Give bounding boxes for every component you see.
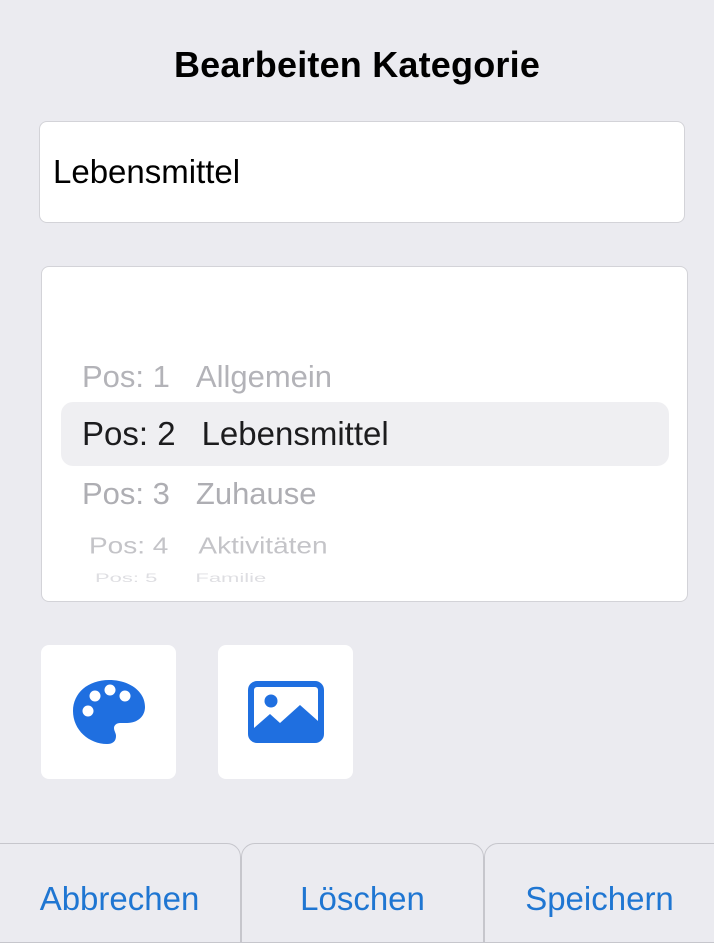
picker-row-label: Familie bbox=[195, 570, 267, 585]
category-name-input[interactable] bbox=[39, 121, 685, 223]
action-bar: Abbrechen Löschen Speichern bbox=[0, 843, 714, 943]
choose-image-button[interactable] bbox=[218, 645, 353, 779]
image-icon bbox=[247, 681, 324, 743]
picker-row[interactable]: Pos: 4 Aktivitäten bbox=[89, 533, 328, 559]
picker-row-label: Zuhause bbox=[195, 476, 317, 511]
palette-icon bbox=[72, 680, 145, 744]
dialog-title: Bearbeiten Kategorie bbox=[173, 44, 541, 85]
picker-row-position: Pos: 4 bbox=[89, 532, 169, 559]
picker-row-selected[interactable]: Pos: 2 Lebensmittel bbox=[82, 415, 389, 453]
picker-row[interactable]: Pos: 5 Familie bbox=[95, 571, 266, 585]
cancel-button[interactable]: Abbrechen bbox=[0, 843, 241, 943]
color-palette-button[interactable] bbox=[41, 645, 176, 779]
delete-button[interactable]: Löschen bbox=[241, 843, 484, 943]
picker-row-label: Lebensmittel bbox=[201, 415, 389, 452]
picker-row-label: Allgemein bbox=[195, 359, 333, 394]
picker-row-position: Pos: 1 bbox=[82, 359, 170, 394]
position-picker[interactable]: Pos: 1 Allgemein Pos: 2 Lebensmittel Pos: … bbox=[41, 266, 688, 602]
picker-row-label: Aktivitäten bbox=[198, 532, 328, 559]
picker-row[interactable]: Pos: 3 Zuhause bbox=[82, 476, 317, 512]
picker-row-position: Pos: 3 bbox=[82, 476, 170, 511]
save-button[interactable]: Speichern bbox=[484, 843, 714, 943]
picker-row-position: Pos: 2 bbox=[82, 415, 176, 452]
picker-row-position: Pos: 5 bbox=[95, 570, 158, 585]
picker-row[interactable]: Pos: 1 Allgemein bbox=[82, 359, 332, 395]
